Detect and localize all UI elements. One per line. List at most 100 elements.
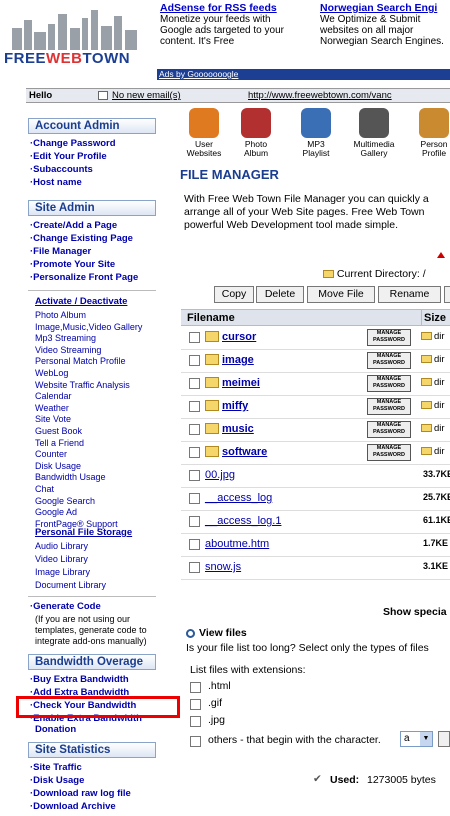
storage-item-link[interactable]: Document Library [35,579,106,591]
manage-password-button[interactable]: MANAGE PASSWORD [367,352,411,369]
copy-button[interactable]: Copy [214,286,254,303]
create-page-link[interactable]: ·Create/Add a Page [30,220,117,232]
char-select[interactable]: a ▼ [400,731,433,747]
toolbar-item[interactable]: MP3 Playlist [294,108,338,158]
manage-password-button[interactable]: MANAGE PASSWORD [367,398,411,415]
ad-title[interactable]: Norwegian Search Engi [320,3,450,14]
activate-item-link[interactable]: Guest Book [35,425,82,437]
go-button[interactable] [438,731,450,747]
toolbar-item[interactable]: Photo Album [234,108,278,158]
download-archive-link[interactable]: ·Download Archive [30,801,116,813]
table-row[interactable]: software MANAGE PASSWORD dir [181,442,450,465]
activate-item-link[interactable]: WebLog [35,367,68,379]
manage-password-button[interactable]: MANAGE PASSWORD [367,329,411,346]
folder-name-link[interactable]: music [222,423,254,435]
ad-block-2[interactable]: Norwegian Search Engi We Optimize & Subm… [320,3,450,47]
manage-password-button[interactable]: MANAGE PASSWORD [367,375,411,392]
freewebtown-logo[interactable]: FREEWEBTOWN [0,0,152,80]
activate-item-link[interactable]: Photo Album [35,309,86,321]
jpg-checkbox[interactable] [190,716,201,727]
activate-item-link[interactable]: Personal Match Profile [35,355,126,367]
others-checkbox[interactable] [190,736,201,747]
row-checkbox[interactable] [189,424,200,435]
move-file-button[interactable]: Move File [307,286,375,303]
row-checkbox[interactable] [189,470,200,481]
file-storage-heading[interactable]: Personal File Storage [35,527,132,539]
activate-item-link[interactable]: Google Ad [35,506,77,518]
change-page-link[interactable]: ·Change Existing Page [30,233,133,245]
table-row[interactable]: cursor MANAGE PASSWORD dir [181,327,450,350]
row-checkbox[interactable] [189,332,200,343]
table-row[interactable]: image MANAGE PASSWORD dir [181,350,450,373]
up-arrow-icon[interactable] [437,252,445,258]
row-checkbox[interactable] [189,493,200,504]
file-name-link[interactable]: aboutme.htm [205,538,269,550]
table-row[interactable]: music MANAGE PASSWORD dir [181,419,450,442]
chevron-down-icon[interactable]: ▼ [420,732,432,746]
ad-title[interactable]: AdSense for RSS feeds [160,3,315,14]
raw-log-link[interactable]: ·Download raw log file [30,788,131,800]
row-checkbox[interactable] [189,447,200,458]
activate-item-link[interactable]: Counter [35,448,67,460]
table-row[interactable]: snow.js 3.1KE [181,557,450,580]
table-row[interactable]: aboutme.htm 1.7KE [181,534,450,557]
folder-name-link[interactable]: meimei [222,377,260,389]
filename-column-header[interactable]: Filename [181,309,421,326]
activate-item-link[interactable]: Site Vote [35,413,71,425]
gif-checkbox[interactable] [190,699,201,710]
change-password-link[interactable]: ·Change Password [30,138,116,150]
folder-name-link[interactable]: software [222,446,267,458]
html-checkbox[interactable] [190,682,201,693]
row-checkbox[interactable] [189,516,200,527]
ad-block-1[interactable]: AdSense for RSS feeds Monetize your feed… [160,3,315,48]
activate-item-link[interactable]: Chat [35,483,54,495]
rename-button[interactable]: Rename [378,286,441,303]
file-name-link[interactable]: 00.jpg [205,469,235,481]
more-button[interactable] [444,286,450,303]
folder-name-link[interactable]: cursor [222,331,256,343]
activate-item-link[interactable]: Website Traffic Analysis [35,379,130,391]
row-checkbox[interactable] [189,401,200,412]
promote-site-link[interactable]: ·Promote Your Site [30,259,115,271]
donation-link[interactable]: Donation [35,724,76,736]
activate-item-link[interactable]: Bandwidth Usage [35,471,106,483]
storage-item-link[interactable]: Audio Library [35,540,88,552]
site-traffic-link[interactable]: ·Site Traffic [30,762,82,774]
row-checkbox[interactable] [189,355,200,366]
activate-item-link[interactable]: Tell a Friend [35,437,84,449]
table-row[interactable]: miffy MANAGE PASSWORD dir [181,396,450,419]
storage-item-link[interactable]: Image Library [35,566,90,578]
ads-by-google-link[interactable]: Ads by Gooooooogle [157,69,450,80]
size-column-header[interactable]: Size [421,309,450,326]
show-special-label[interactable]: Show specia [383,606,447,618]
activate-item-link[interactable]: Calendar [35,390,72,402]
edit-profile-link[interactable]: ·Edit Your Profile [30,151,107,163]
row-checkbox[interactable] [189,378,200,389]
manage-password-button[interactable]: MANAGE PASSWORD [367,444,411,461]
file-name-link[interactable]: snow.js [205,561,241,573]
subaccounts-link[interactable]: ·Subaccounts [30,164,93,176]
disk-usage-link[interactable]: ·Disk Usage [30,775,84,787]
generate-code-link[interactable]: ·Generate Code [30,601,101,613]
folder-name-link[interactable]: miffy [222,400,248,412]
table-row[interactable]: __access_log 25.7KE [181,488,450,511]
email-status-link[interactable]: No new email(s) [112,89,181,102]
activate-item-link[interactable]: Google Search [35,495,95,507]
row-checkbox[interactable] [189,562,200,573]
activate-item-link[interactable]: Video Streaming [35,344,101,356]
table-row[interactable]: meimei MANAGE PASSWORD dir [181,373,450,396]
table-row[interactable]: 00.jpg 33.7KE [181,465,450,488]
activate-item-link[interactable]: Disk Usage [35,460,81,472]
folder-name-link[interactable]: image [222,354,254,366]
host-name-link[interactable]: ·Host name [30,177,82,189]
activate-item-link[interactable]: Weather [35,402,69,414]
buy-bandwidth-link[interactable]: ·Buy Extra Bandwidth [30,674,129,686]
toolbar-item[interactable]: Multimedia Gallery [352,108,396,158]
file-name-link[interactable]: __access_log [205,492,272,504]
toolbar-item[interactable]: User Websites [182,108,226,158]
file-name-link[interactable]: __access_log.1 [205,515,281,527]
row-checkbox[interactable] [189,539,200,550]
table-row[interactable]: __access_log.1 61.1KE [181,511,450,534]
toolbar-item[interactable]: Person Profile [412,108,450,158]
site-url-link[interactable]: http://www.freewebtown.com/vanc [248,89,392,102]
